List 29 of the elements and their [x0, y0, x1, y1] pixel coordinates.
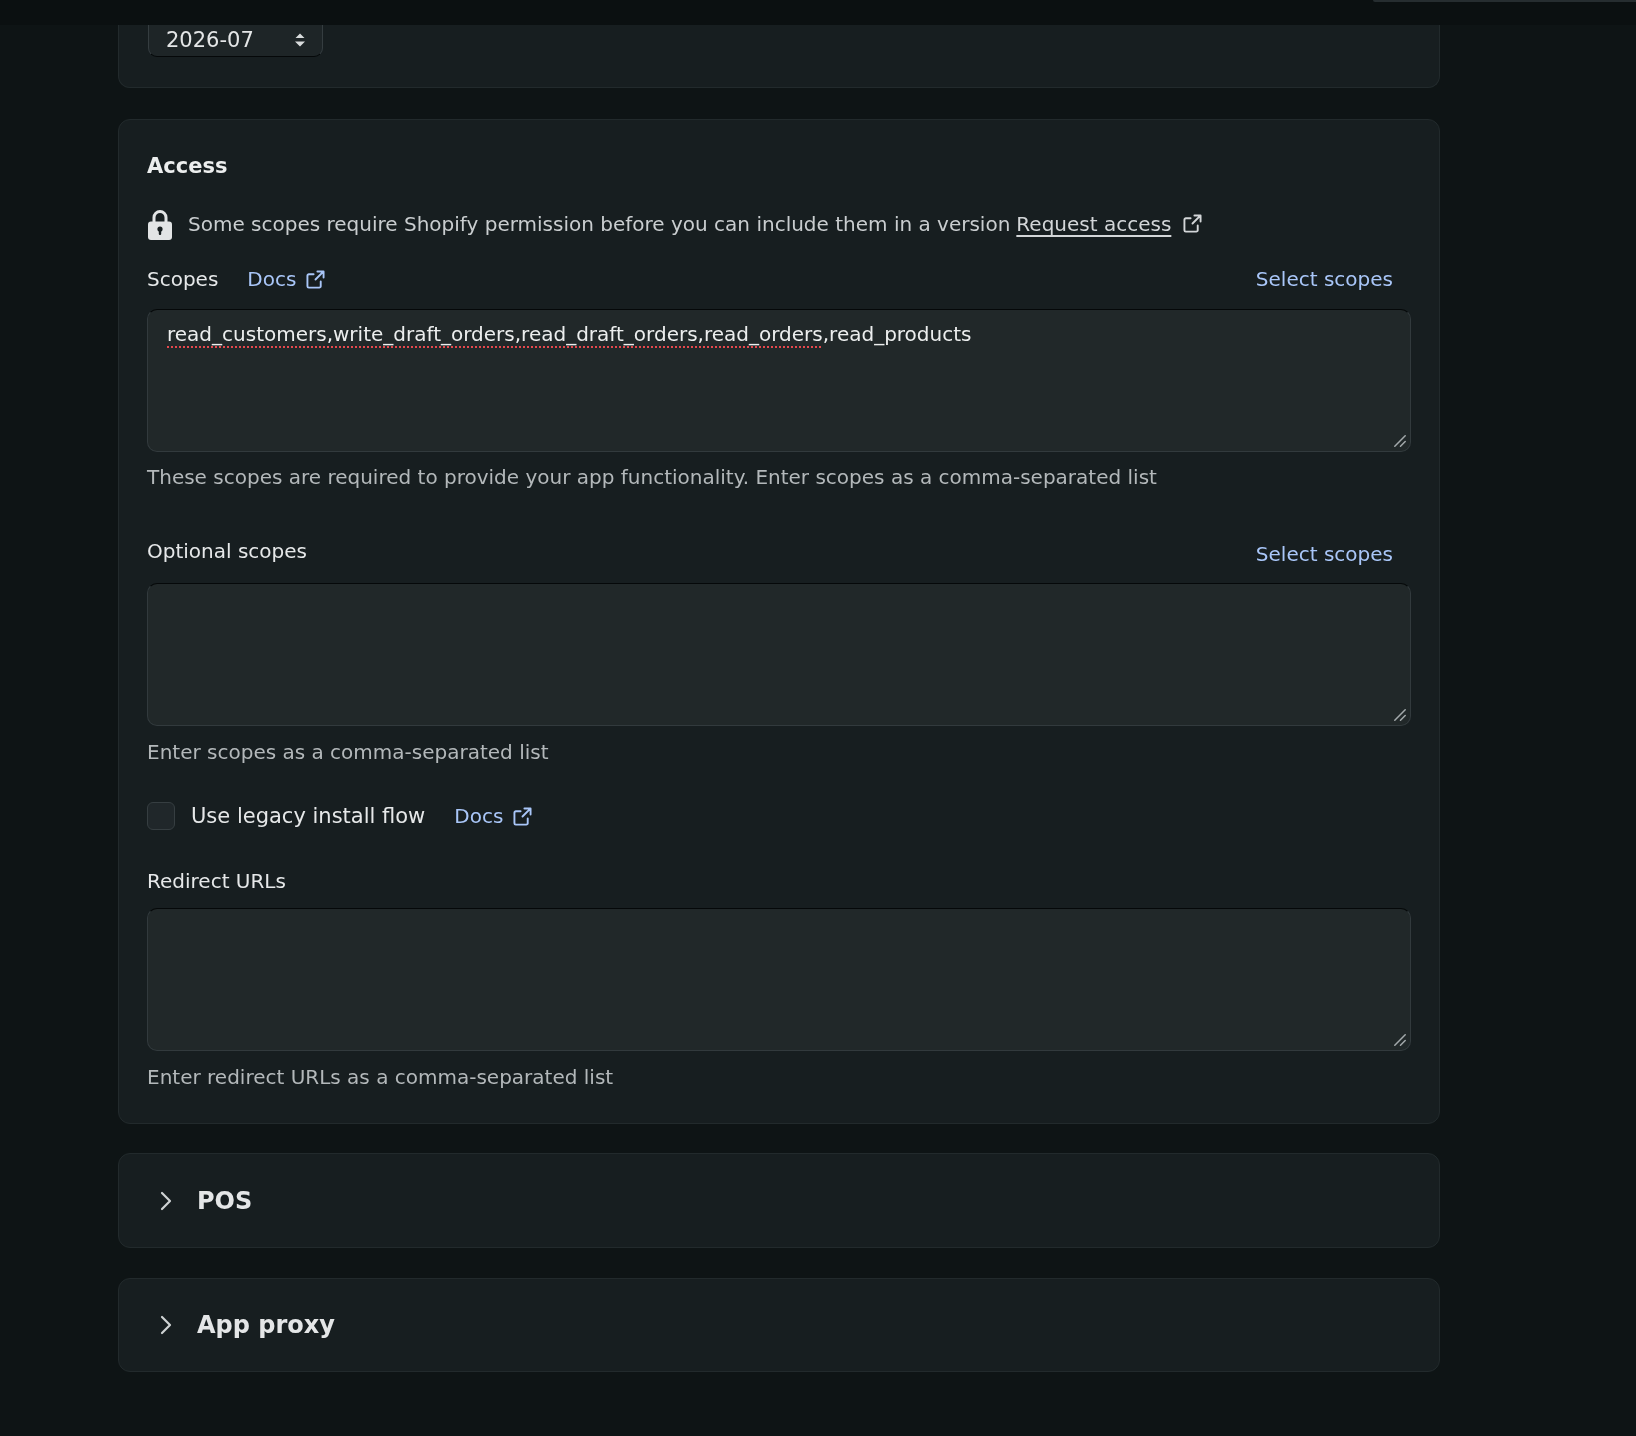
select-scopes-link[interactable]: Select scopes	[1255, 540, 1393, 568]
external-link-icon	[513, 806, 533, 826]
section-header[interactable]: App proxy	[118, 1278, 1440, 1372]
version-select[interactable]: 2026-07	[148, 25, 323, 57]
help-text: These scopes are required to provide your app functionality. Enter scopes as a comma-separated list	[147, 464, 1157, 491]
up-down-caret-icon	[294, 31, 306, 48]
external-link-icon	[1183, 214, 1203, 233]
section-heading: Access	[147, 153, 228, 180]
help-text: Enter scopes as a comma-separated list	[147, 739, 549, 766]
resize-grip-icon[interactable]	[1394, 1034, 1406, 1046]
docs-link[interactable]: Docs	[247, 265, 326, 293]
select-scopes-link[interactable]: Select scopes	[1255, 265, 1393, 293]
external-link-icon	[306, 269, 326, 289]
scopes-field[interactable]: read_customers,write_draft_orders,read_draft_orders,read_orders,read_products	[147, 309, 1411, 452]
checkbox[interactable]	[147, 802, 175, 830]
help-text: Enter redirect URLs as a comma-separated list	[147, 1064, 614, 1091]
field-label: Redirect URLs	[147, 868, 286, 895]
optional-scopes-field[interactable]	[147, 583, 1411, 726]
docs-link[interactable]: Docs	[454, 802, 533, 830]
field-label: Optional scopes	[147, 538, 307, 565]
field-label: Scopes	[147, 266, 219, 293]
section-header[interactable]: POS	[118, 1153, 1440, 1248]
request-access-link[interactable]: Request access	[1016, 212, 1203, 236]
resize-grip-icon[interactable]	[1394, 709, 1406, 721]
permission-notice: Some scopes require Shopify permission before you can include them in a version Request access	[188, 210, 1203, 238]
checkbox-label: Use legacy install flow	[191, 803, 426, 830]
resize-grip-icon[interactable]	[1394, 435, 1406, 447]
redirect-urls-field[interactable]	[147, 908, 1411, 1051]
lock-icon	[147, 208, 173, 240]
